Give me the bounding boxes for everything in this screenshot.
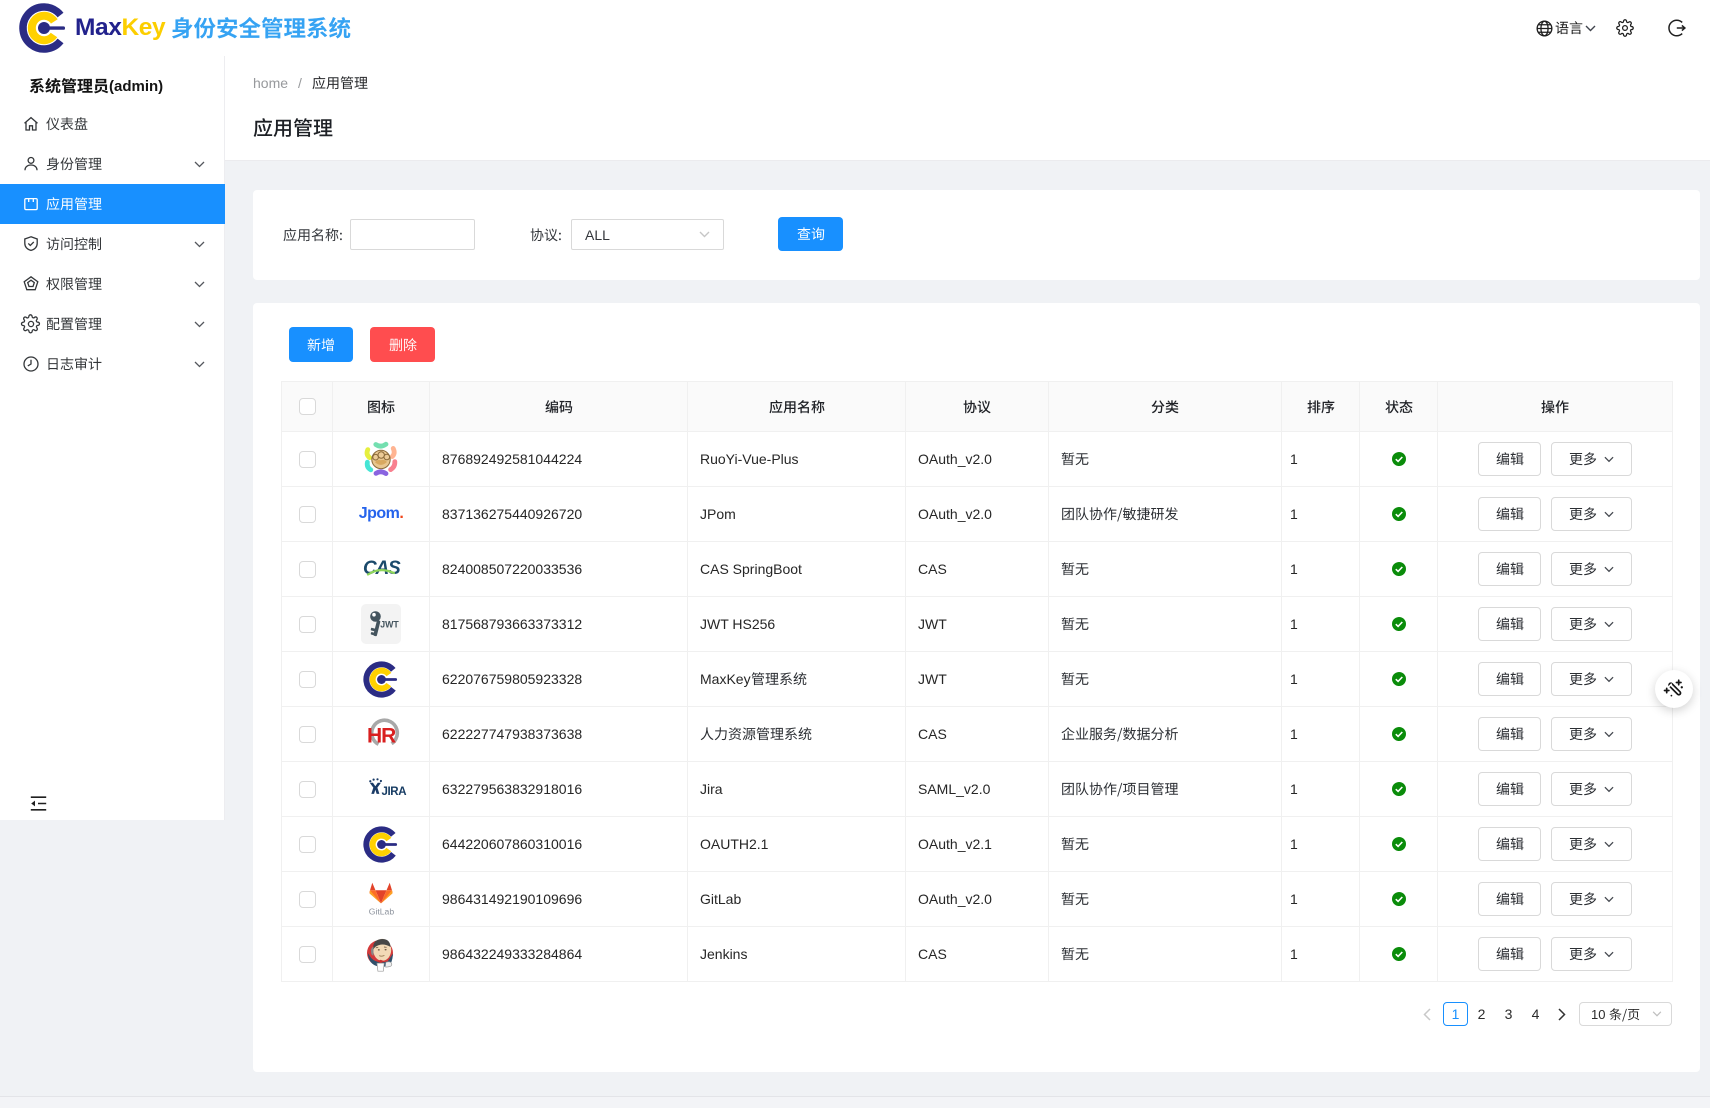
svg-text:JWT: JWT xyxy=(380,619,399,629)
svg-text:JIRA: JIRA xyxy=(382,786,407,798)
svg-text:HR: HR xyxy=(367,725,396,748)
svg-text:GitLab: GitLab xyxy=(369,907,395,917)
